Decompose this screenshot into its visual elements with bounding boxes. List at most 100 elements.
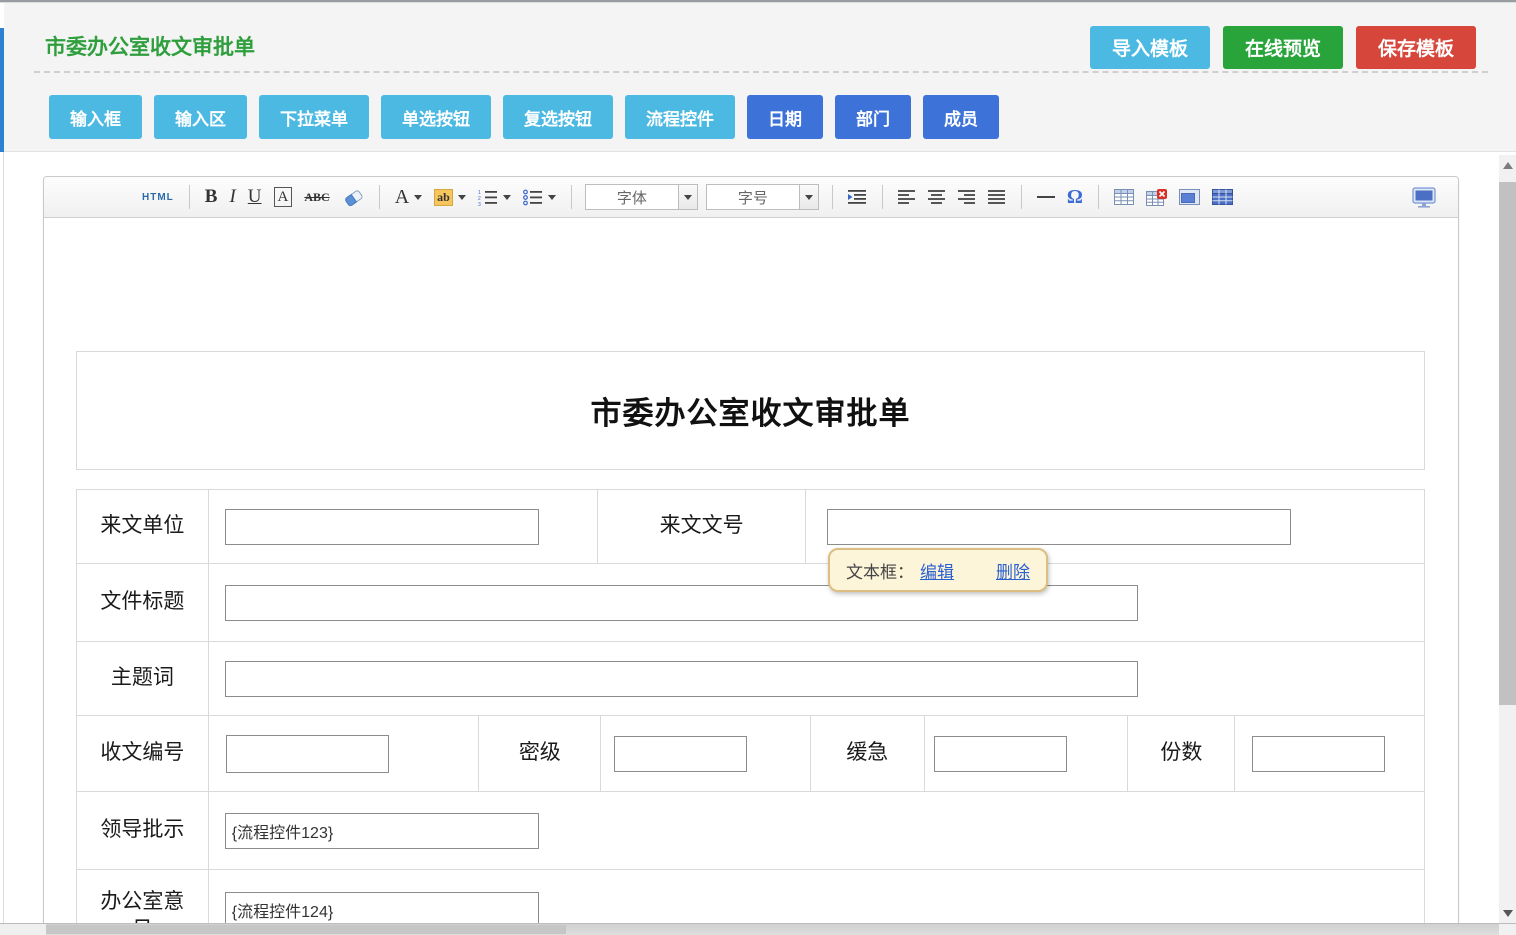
chevron-down-icon xyxy=(548,195,556,200)
font-size-value: 字号 xyxy=(707,185,799,209)
receipt-number-input[interactable] xyxy=(226,735,389,773)
leader-comments-input[interactable] xyxy=(225,813,539,849)
toolbar-separator xyxy=(1098,185,1099,209)
add-department-button[interactable]: 部门 xyxy=(835,95,911,139)
add-member-button[interactable]: 成员 xyxy=(923,95,999,139)
delete-link[interactable]: 删除 xyxy=(996,558,1030,583)
font-family-dropdown-button[interactable] xyxy=(678,185,697,209)
toolbar-separator xyxy=(882,185,883,209)
label-copies: 份数 xyxy=(1160,739,1202,767)
align-left-icon xyxy=(898,190,916,205)
align-justify-icon xyxy=(988,190,1006,205)
border-text-button[interactable]: A xyxy=(268,182,299,212)
table-icon xyxy=(1114,189,1134,205)
ordered-list-button[interactable]: 1 2 3 xyxy=(472,182,517,212)
boxed-a-icon: A xyxy=(274,187,293,207)
font-family-value: 字体 xyxy=(586,185,678,209)
bullet-list-button[interactable] xyxy=(517,182,562,212)
strikethrough-button[interactable]: ABC xyxy=(298,182,335,212)
label-keywords: 主题词 xyxy=(111,664,174,692)
toolbar-separator xyxy=(832,185,833,209)
header-panel: 市委办公室收文审批单 导入模板 在线预览 保存模板 输入框 输入区 下拉菜单 单… xyxy=(4,3,1516,152)
source-unit-input[interactable] xyxy=(225,509,539,545)
add-input-box-button[interactable]: 输入框 xyxy=(49,95,142,139)
form-title-block[interactable]: 市委办公室收文审批单 xyxy=(76,351,1425,470)
font-size-select[interactable]: 字号 xyxy=(706,184,819,210)
vertical-scrollbar[interactable] xyxy=(1499,155,1516,923)
toolbar-separator xyxy=(571,185,572,209)
align-center-icon xyxy=(928,190,946,205)
online-preview-button[interactable]: 在线预览 xyxy=(1223,26,1343,69)
align-left-button[interactable] xyxy=(892,182,922,212)
highlight-color-button[interactable]: ab xyxy=(428,182,472,212)
label-leader-comments: 领导批示 xyxy=(100,816,184,844)
copies-input[interactable] xyxy=(1252,736,1385,772)
chevron-down-icon xyxy=(414,195,422,200)
font-color-a-icon: A xyxy=(395,186,409,209)
document-number-input[interactable] xyxy=(827,509,1291,545)
bullet-list-icon xyxy=(523,189,543,206)
italic-button[interactable]: I xyxy=(223,182,241,212)
import-template-button[interactable]: 导入模板 xyxy=(1090,26,1210,69)
toolbar-separator xyxy=(379,185,380,209)
secrecy-input[interactable] xyxy=(614,736,747,772)
underline-button[interactable]: U xyxy=(242,182,268,212)
cell-properties-button[interactable] xyxy=(1173,182,1206,212)
horizontal-scrollbar[interactable] xyxy=(0,923,1516,935)
edit-link[interactable]: 编辑 xyxy=(920,558,954,583)
label-document-title: 文件标题 xyxy=(100,588,184,616)
template-actions: 导入模板 在线预览 保存模板 xyxy=(1090,26,1476,69)
vertical-scrollbar-thumb[interactable] xyxy=(1499,182,1516,705)
insert-table-button[interactable] xyxy=(1108,182,1140,212)
form-title: 市委办公室收文审批单 xyxy=(591,388,911,433)
font-color-button[interactable]: A xyxy=(389,182,428,212)
indent-icon xyxy=(848,189,867,205)
maximize-editor-button[interactable] xyxy=(1406,182,1442,212)
add-checkbox-button[interactable]: 复选按钮 xyxy=(503,95,613,139)
align-center-button[interactable] xyxy=(922,182,952,212)
table-row: 收文编号 密级 缓急 份数 xyxy=(77,716,1424,792)
urgency-input[interactable] xyxy=(934,736,1067,772)
highlight-ab-icon: ab xyxy=(434,189,453,206)
add-dropdown-button[interactable]: 下拉菜单 xyxy=(259,95,369,139)
remove-format-button[interactable] xyxy=(336,182,370,212)
keywords-input[interactable] xyxy=(225,661,1138,697)
horizontal-scrollbar-thumb[interactable] xyxy=(46,925,566,934)
special-char-button[interactable]: Ω xyxy=(1061,182,1089,212)
add-flow-control-button[interactable]: 流程控件 xyxy=(625,95,735,139)
align-right-button[interactable] xyxy=(952,182,982,212)
monitor-icon xyxy=(1412,187,1436,208)
html-source-button[interactable]: HTML xyxy=(136,182,180,212)
cell-properties-icon xyxy=(1179,189,1200,205)
font-size-dropdown-button[interactable] xyxy=(799,185,818,209)
label-receipt-number: 收文编号 xyxy=(100,739,184,767)
table-row: 来文单位 来文文号 xyxy=(77,490,1424,564)
scroll-down-icon xyxy=(1503,910,1513,917)
horizontal-rule-icon xyxy=(1037,196,1055,198)
svg-text:3: 3 xyxy=(478,202,481,206)
add-radio-button[interactable]: 单选按钮 xyxy=(381,95,491,139)
table-properties-button[interactable] xyxy=(1206,182,1239,212)
font-family-select[interactable]: 字体 xyxy=(585,184,698,210)
scroll-up-button[interactable] xyxy=(1499,157,1516,173)
delete-table-icon xyxy=(1146,189,1167,206)
page-left-border xyxy=(3,152,4,923)
page-title: 市委办公室收文审批单 xyxy=(45,31,255,61)
chevron-down-icon xyxy=(503,195,511,200)
horizontal-scrollbar-track xyxy=(0,924,46,935)
table-row: 领导批示 xyxy=(77,792,1424,870)
scroll-down-button[interactable] xyxy=(1499,905,1516,921)
table-properties-icon xyxy=(1212,189,1233,205)
add-textarea-button[interactable]: 输入区 xyxy=(154,95,247,139)
add-date-button[interactable]: 日期 xyxy=(747,95,823,139)
label-urgency: 缓急 xyxy=(846,739,888,767)
indent-button[interactable] xyxy=(842,182,873,212)
horizontal-rule-button[interactable] xyxy=(1031,182,1061,212)
chevron-down-icon xyxy=(684,195,692,200)
bold-button[interactable]: B xyxy=(199,182,224,212)
label-source-unit: 来文单位 xyxy=(100,512,184,540)
save-template-button[interactable]: 保存模板 xyxy=(1356,26,1476,69)
label-document-number: 来文文号 xyxy=(660,512,744,540)
delete-table-button[interactable] xyxy=(1140,182,1173,212)
align-justify-button[interactable] xyxy=(982,182,1012,212)
